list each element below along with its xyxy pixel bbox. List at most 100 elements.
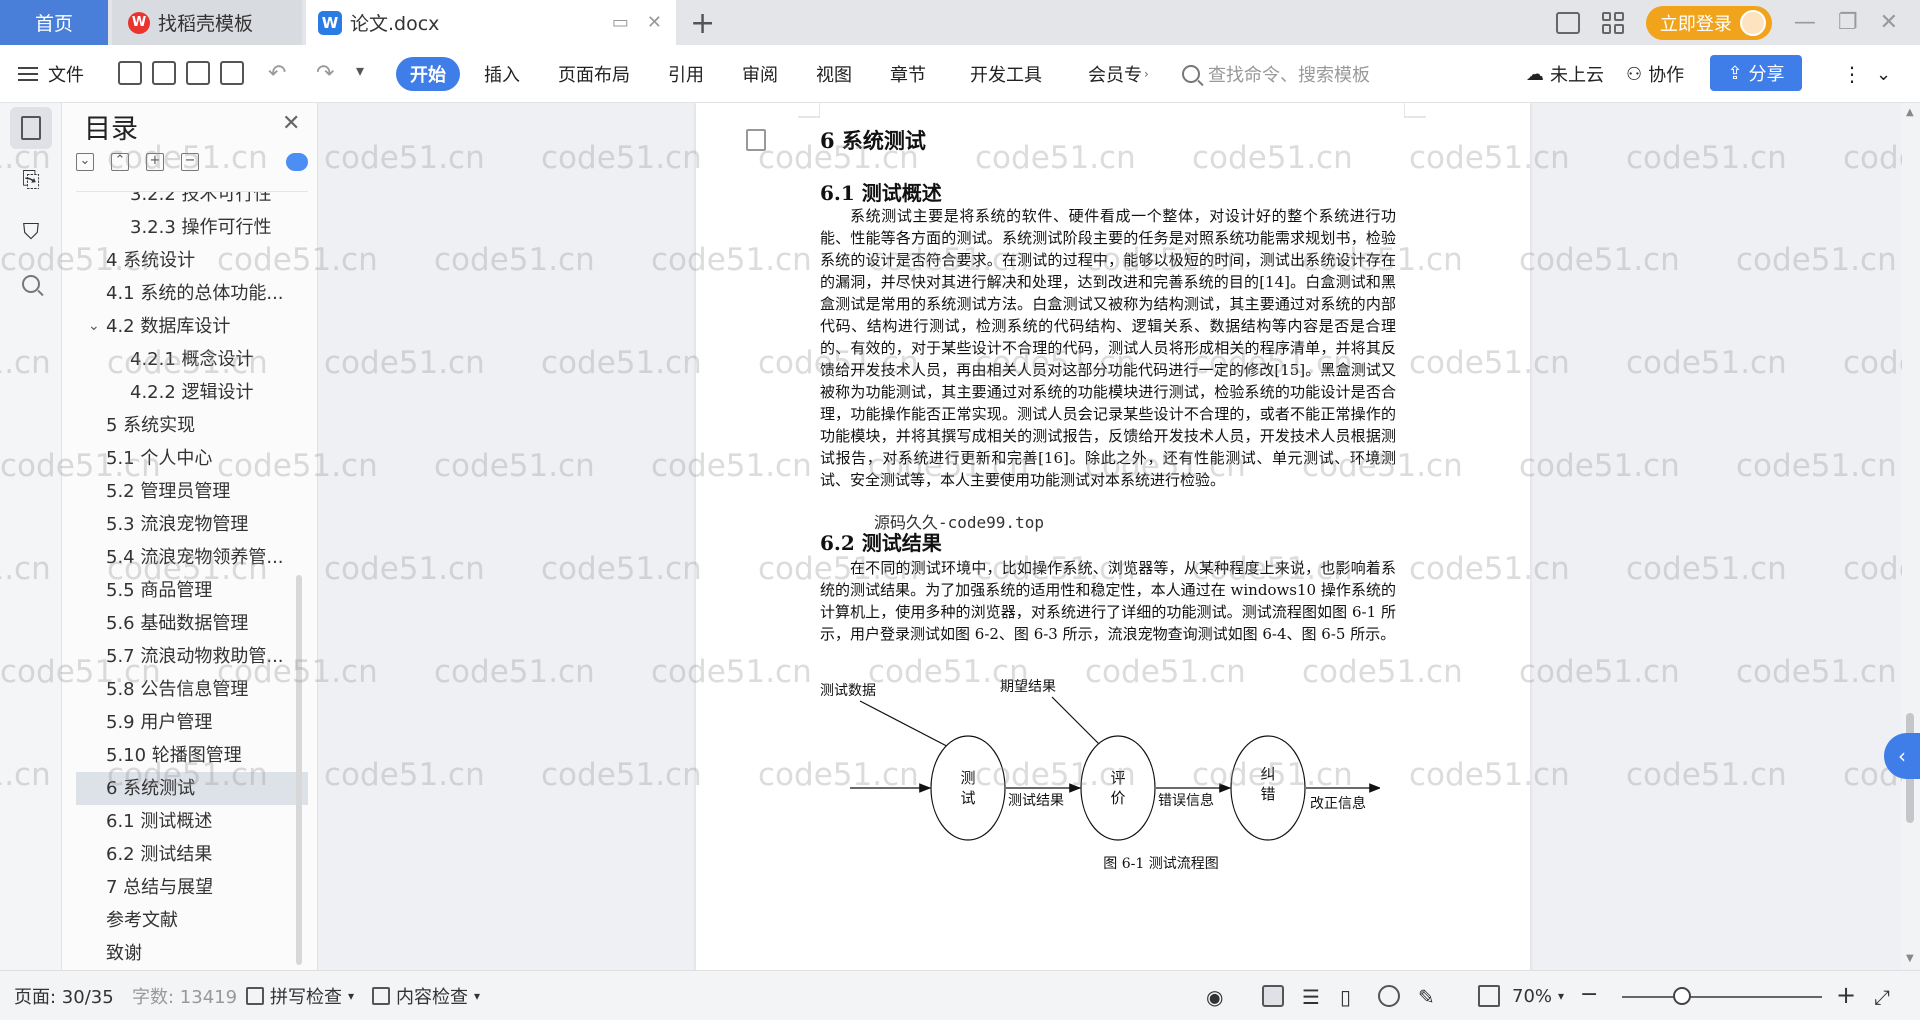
page-indicator[interactable]: 页面: 30/35 bbox=[14, 971, 114, 1020]
page-view-icon[interactable] bbox=[1262, 985, 1284, 1007]
ribbon-tab-view[interactable]: 视图 bbox=[816, 45, 852, 103]
content-check-button[interactable]: 内容检查 ▾ bbox=[372, 971, 480, 1020]
tab-template[interactable]: W 找稻壳模板 bbox=[112, 0, 302, 45]
print-preview-icon[interactable] bbox=[220, 61, 244, 85]
tab-close-icon[interactable]: ✕ bbox=[647, 12, 662, 33]
save-icon[interactable] bbox=[118, 61, 142, 85]
find-icon bbox=[22, 275, 40, 293]
toc-item[interactable]: 5.2 管理员管理 bbox=[76, 475, 308, 508]
chapter-nav-button[interactable]: ⎘ bbox=[10, 159, 52, 201]
scroll-up-icon[interactable]: ▲ bbox=[1906, 107, 1914, 118]
scroll-down-icon[interactable]: ▼ bbox=[1906, 953, 1914, 964]
tab-document[interactable]: W 论文.docx ▭ ✕ bbox=[306, 0, 676, 45]
minimize-icon[interactable]: — bbox=[1794, 10, 1816, 35]
export-icon[interactable] bbox=[152, 61, 176, 85]
toc-item[interactable]: 5.3 流浪宠物管理 bbox=[76, 508, 308, 541]
zoom-slider[interactable] bbox=[1622, 996, 1822, 998]
bookmark-button[interactable]: ⛉ bbox=[10, 211, 52, 253]
file-menu[interactable]: 文件 bbox=[18, 45, 84, 103]
tab-home[interactable]: 首页 bbox=[0, 0, 108, 45]
login-button[interactable]: 立即登录 bbox=[1645, 5, 1772, 40]
toc-item[interactable]: 6 系统测试 bbox=[76, 772, 308, 805]
collapse-ribbon-icon[interactable]: ⌄ bbox=[1876, 45, 1891, 103]
zoom-slider-knob[interactable] bbox=[1673, 987, 1691, 1005]
zoom-in-icon[interactable]: + bbox=[1836, 983, 1858, 1007]
zoom-level[interactable]: 70% ▾ bbox=[1512, 971, 1564, 1020]
web-view-icon[interactable] bbox=[1378, 985, 1400, 1007]
toc-item[interactable]: ⌄ 4.2 数据库设计 bbox=[76, 310, 308, 343]
remove-heading-icon[interactable]: − bbox=[181, 153, 199, 171]
redo-icon[interactable]: ↷ bbox=[316, 61, 340, 86]
tab-template-label: 找稻壳模板 bbox=[158, 13, 254, 35]
more-options-icon[interactable]: ⋮ bbox=[1842, 45, 1862, 103]
close-window-icon[interactable]: ✕ bbox=[1880, 10, 1898, 35]
reading-view-icon[interactable]: ▯ bbox=[1340, 985, 1362, 1009]
ribbon-tab-developer[interactable]: 开发工具 bbox=[970, 45, 1042, 103]
ribbon-tab-insert[interactable]: 插入 bbox=[484, 45, 520, 103]
toc-item[interactable]: 5.10 轮播图管理 bbox=[76, 739, 308, 772]
ribbon-tab-review[interactable]: 审阅 bbox=[742, 45, 778, 103]
toc-item[interactable]: 4.1 系统的总体功能... bbox=[76, 277, 308, 310]
find-button[interactable] bbox=[10, 263, 52, 305]
collab-button[interactable]: ⚇ 协作 bbox=[1626, 45, 1684, 103]
toc-item-label: 5.5 商品管理 bbox=[106, 580, 213, 601]
toc-item[interactable]: 5 系统实现 bbox=[76, 409, 308, 442]
toc-item-label: 6.2 测试结果 bbox=[106, 844, 213, 865]
ribbon-tab-layout[interactable]: 页面布局 bbox=[558, 45, 630, 103]
document-page[interactable]: 6 系统测试 6.1 测试概述 系统测试主要是将系统的软件、硬件看成一个整体，对… bbox=[696, 103, 1530, 970]
toc-item-label: 5.8 公告信息管理 bbox=[106, 679, 249, 700]
toc-item[interactable]: 4.2.1 概念设计 bbox=[76, 343, 308, 376]
toc-item[interactable]: 6.1 测试概述 bbox=[76, 805, 308, 838]
toc-panel-button[interactable] bbox=[10, 107, 52, 149]
toc-item[interactable]: 6.2 测试结果 bbox=[76, 838, 308, 871]
toc-item[interactable]: 7 总结与展望 bbox=[76, 871, 308, 904]
toc-item[interactable]: 3.2.2 技术可行性 bbox=[76, 192, 308, 211]
outline-view-icon[interactable]: ☰ bbox=[1302, 985, 1324, 1009]
toc-item[interactable]: 5.8 公告信息管理 bbox=[76, 673, 308, 706]
toc-item[interactable]: 4.2.2 逻辑设计 bbox=[76, 376, 308, 409]
ribbon-tab-section[interactable]: 章节 bbox=[890, 45, 926, 103]
command-search-input[interactable]: 查找命令、搜索模板 bbox=[1182, 45, 1370, 103]
fullscreen-icon[interactable]: ⤢ bbox=[1874, 985, 1896, 1009]
paragraph-menu-icon[interactable] bbox=[746, 129, 766, 151]
toc-item[interactable]: 参考文献 bbox=[76, 904, 308, 937]
toc-item[interactable]: 致谢 bbox=[76, 937, 308, 961]
fit-page-icon[interactable] bbox=[1478, 985, 1500, 1007]
toc-item[interactable]: 5.6 基础数据管理 bbox=[76, 607, 308, 640]
new-tab-button[interactable]: + bbox=[690, 6, 715, 41]
word-count[interactable]: 字数: 13419 bbox=[132, 971, 237, 1020]
cloud-status[interactable]: ☁ 未上云 bbox=[1526, 45, 1604, 103]
share-button[interactable]: ⇪ 分享 bbox=[1710, 55, 1802, 91]
toc-item[interactable]: 5.4 流浪宠物领养管... bbox=[76, 541, 308, 574]
toc-close-icon[interactable]: ✕ bbox=[282, 111, 300, 136]
eye-protect-icon[interactable]: ◉ bbox=[1206, 985, 1228, 1009]
ribbon-tab-start[interactable]: 开始 bbox=[396, 57, 460, 91]
ribbon-tab-member[interactable]: 会员专 › bbox=[1088, 45, 1149, 103]
quick-access-more-icon[interactable]: ▾ bbox=[356, 61, 380, 85]
spell-check-button[interactable]: 拼写检查 ▾ bbox=[246, 971, 354, 1020]
paragraph-test-overview: 系统测试主要是将系统的软件、硬件看成一个整体，对设计好的整个系统进行功能、性能等… bbox=[820, 207, 1396, 489]
ribbon-tab-references[interactable]: 引用 bbox=[668, 45, 704, 103]
toc-item[interactable]: 5.5 商品管理 bbox=[76, 574, 308, 607]
toc-item[interactable]: 5.1 个人中心 bbox=[76, 442, 308, 475]
apps-grid-icon[interactable] bbox=[1601, 11, 1624, 34]
add-heading-icon[interactable]: + bbox=[146, 153, 164, 171]
toc-item[interactable]: 4 系统设计 bbox=[76, 244, 308, 277]
toc-scrollbar[interactable] bbox=[296, 575, 302, 965]
zoom-out-icon[interactable]: − bbox=[1580, 984, 1602, 1007]
document-scrollbar[interactable]: ▲ ▼ bbox=[1902, 103, 1920, 970]
ai-assistant-icon[interactable] bbox=[286, 153, 308, 171]
layout-icon[interactable] bbox=[1555, 11, 1580, 34]
toc-item[interactable]: 5.7 流浪动物救助管... bbox=[76, 640, 308, 673]
print-icon[interactable] bbox=[186, 61, 210, 85]
write-view-icon[interactable]: ✎ bbox=[1418, 985, 1440, 1009]
undo-icon[interactable]: ↶ bbox=[268, 61, 292, 86]
toc-item[interactable]: 3.2.3 操作可行性 bbox=[76, 211, 308, 244]
restore-icon[interactable]: ❐ bbox=[1838, 10, 1858, 35]
expand-all-icon[interactable]: ⌄ bbox=[76, 153, 94, 171]
tab-screen-icon[interactable]: ▭ bbox=[612, 12, 629, 33]
toc-item-label: 6.1 测试概述 bbox=[106, 811, 213, 832]
expand-caret-icon[interactable]: ⌄ bbox=[88, 310, 100, 343]
toc-item[interactable]: 5.9 用户管理 bbox=[76, 706, 308, 739]
collapse-all-icon[interactable]: ⌃ bbox=[111, 153, 129, 171]
